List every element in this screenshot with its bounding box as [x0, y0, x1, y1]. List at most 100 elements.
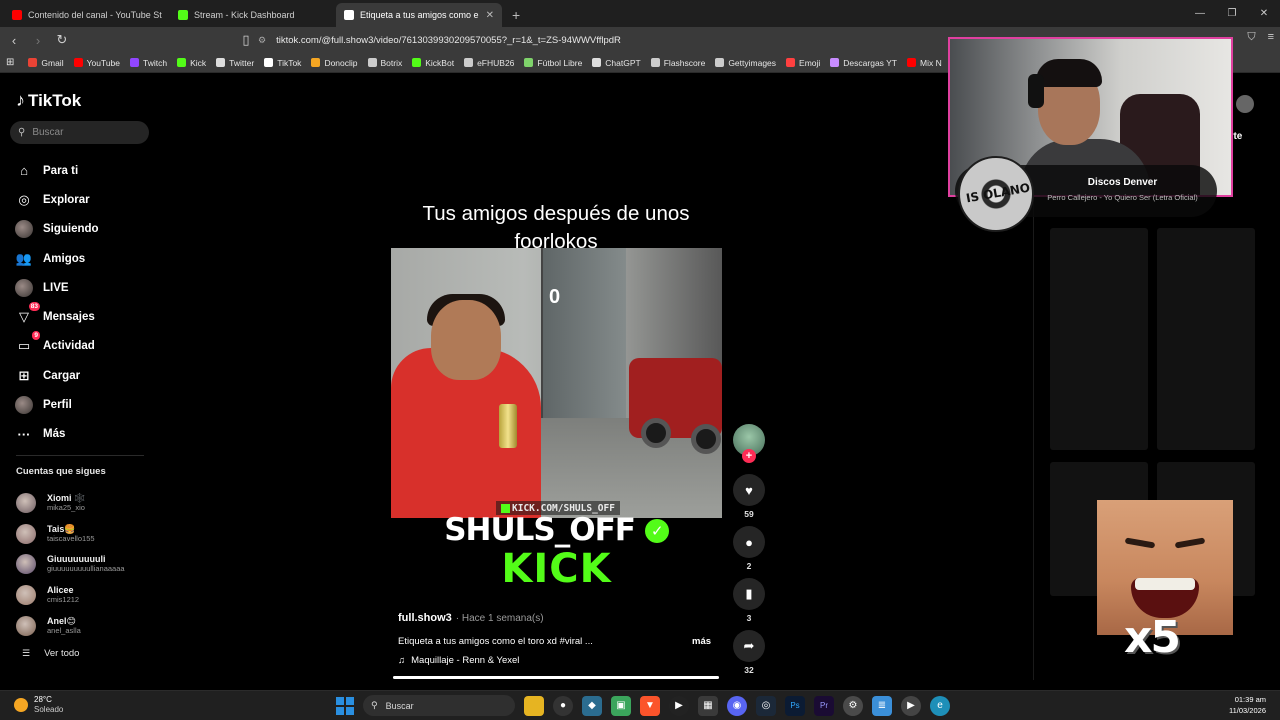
extensions-icon[interactable]: ⛉: [1247, 31, 1255, 44]
forward-button[interactable]: ›: [28, 33, 48, 48]
bookmark-item[interactable]: eFHUB26: [464, 58, 514, 68]
close-tab-icon[interactable]: ✕: [486, 10, 494, 21]
settings-icon[interactable]: ⚙: [843, 695, 863, 716]
taskbar-search[interactable]: ⚲ Buscar: [363, 695, 515, 716]
browser-tab[interactable]: Contenido del canal - YouTube Studio: [4, 3, 170, 27]
premiere-icon[interactable]: Pr: [814, 695, 834, 716]
sidebar-item-label: Más: [43, 428, 66, 441]
browser-tab[interactable]: Stream - Kick Dashboard: [170, 3, 336, 27]
site-info-icon[interactable]: ⚙: [258, 35, 266, 46]
play-icon[interactable]: ▶: [901, 695, 921, 716]
compass-icon: ◎: [18, 191, 30, 207]
following-header: Cuentas que sigues: [16, 466, 106, 477]
bookmark-item[interactable]: Mix N: [907, 58, 942, 68]
browser-tab[interactable]: Etiqueta a tus amigos como e ✕: [336, 3, 502, 27]
bookmark-item[interactable]: Flashscore: [650, 58, 705, 68]
bookmark-item[interactable]: Donoclip: [311, 58, 358, 68]
bookmark-label: Fútbol Libre: [537, 57, 583, 68]
close-window-button[interactable]: ✕: [1248, 0, 1280, 27]
followed-account[interactable]: Alicee cmis1212: [16, 580, 156, 611]
sidebar-item-cargar[interactable]: ⊞ Cargar: [14, 361, 154, 390]
app-icon[interactable]: ▣: [611, 695, 631, 716]
bookmark-item[interactable]: Emoji: [786, 58, 820, 68]
following-avatar-icon: [14, 219, 34, 239]
search-placeholder: Buscar: [32, 127, 64, 138]
back-button[interactable]: ‹: [4, 33, 24, 48]
weather-temp: 28°C: [34, 695, 52, 704]
media-player-icon[interactable]: ▶: [669, 695, 689, 716]
followed-account[interactable]: Giuuuuuuuuli giuuuuuuuuullianaaaaa: [16, 549, 156, 580]
sidebar-item-para-ti[interactable]: ⌂ Para ti: [14, 156, 154, 185]
see-all-link[interactable]: ☰ Ver todo: [22, 648, 79, 659]
bookmark-item[interactable]: Gettyimages: [715, 58, 776, 68]
bookmark-item[interactable]: Twitch: [130, 58, 167, 68]
bookmark-item[interactable]: Botrix: [367, 58, 402, 68]
video-progress-bar[interactable]: [393, 676, 719, 679]
followed-account[interactable]: Anel😊 anel_aslla: [16, 610, 156, 641]
comment-button[interactable]: ●: [733, 526, 765, 558]
obs-icon[interactable]: ●: [553, 695, 573, 716]
apps-grid-icon[interactable]: ⊞: [6, 57, 14, 68]
verified-check-icon: ✓: [644, 519, 669, 543]
maximize-button[interactable]: ❐: [1216, 0, 1248, 27]
author-avatar[interactable]: +: [733, 424, 765, 463]
new-tab-button[interactable]: +: [502, 7, 530, 27]
video-music[interactable]: ♫ Maquillaje - Renn & Yexel: [398, 655, 519, 666]
bookmark-item[interactable]: ChatGPT: [592, 58, 641, 68]
related-video-thumb[interactable]: [1157, 316, 1255, 450]
bookmark-page-icon[interactable]: ▯: [236, 32, 256, 48]
followed-account[interactable]: Tais🍔 taiscavello155: [16, 519, 156, 550]
notepad-icon[interactable]: ≣: [872, 695, 892, 716]
sidebar-item-live[interactable]: LIVE: [14, 273, 154, 302]
photoshop-icon[interactable]: Ps: [785, 695, 805, 716]
sidebar-item-m-s[interactable]: ··· Más: [14, 420, 154, 449]
related-video-thumb[interactable]: [1050, 316, 1148, 450]
video-player[interactable]: 0 KICK.COM/SHULS_OFF: [391, 248, 722, 518]
reload-button[interactable]: ↻: [52, 32, 72, 48]
sidebar-item-label: LIVE: [43, 281, 69, 294]
sidebar-item-amigos[interactable]: 👥 Amigos: [14, 244, 154, 273]
sidebar-item-explorar[interactable]: ◎ Explorar: [14, 185, 154, 214]
taskbar-search-label: Buscar: [385, 700, 414, 711]
bookmark-item[interactable]: Gmail: [28, 58, 64, 68]
bookmark-item[interactable]: TikTok: [264, 58, 301, 68]
followed-account[interactable]: Xiomi 🕸️ mika25_xio: [16, 488, 156, 519]
app-icon[interactable]: ◆: [582, 695, 602, 716]
file-explorer-icon[interactable]: [524, 695, 544, 716]
bookmark-favicon-icon: [130, 58, 139, 67]
follow-plus-icon[interactable]: +: [742, 449, 756, 463]
bookmark-item[interactable]: Descargas YT: [830, 58, 897, 68]
bookmark-item[interactable]: KickBot: [412, 58, 454, 68]
taskbar-clock[interactable]: 01:39 am 11/03/2026: [1229, 694, 1266, 716]
search-input[interactable]: ⚲ Buscar: [10, 121, 149, 144]
save-button[interactable]: ▮: [733, 578, 765, 610]
video-author[interactable]: full.show3 · Hace 1 semana(s): [398, 612, 544, 624]
edge-browser-icon[interactable]: e: [930, 695, 950, 716]
sidebar-item-actividad[interactable]: ▭ 9 Actividad: [14, 331, 154, 361]
tiktok-logo[interactable]: ♪ TikTok: [16, 90, 81, 111]
weather-widget[interactable]: 28°C Soleado: [14, 695, 63, 715]
discord-icon[interactable]: ◉: [727, 695, 747, 716]
steam-icon[interactable]: ◎: [756, 695, 776, 716]
sidebar-item-perfil[interactable]: Perfil: [14, 390, 154, 419]
bookmark-item[interactable]: YouTube: [73, 58, 120, 68]
sidebar-item-mensajes[interactable]: ▽ 83 Mensajes: [14, 302, 154, 331]
bookmark-favicon-icon: [524, 58, 534, 67]
bookmark-item[interactable]: Fútbol Libre: [524, 58, 582, 68]
menu-icon[interactable]: ≡: [1268, 31, 1274, 44]
author-name[interactable]: full.show3: [398, 612, 452, 624]
sidebar-item-siguiendo[interactable]: Siguiendo: [14, 215, 154, 244]
emote-eye: [1124, 537, 1156, 549]
globe-icon[interactable]: [1236, 95, 1254, 113]
more-caption-button[interactable]: más: [692, 636, 711, 647]
windows-start-icon[interactable]: [336, 696, 354, 715]
share-button[interactable]: ➦: [733, 630, 765, 662]
brave-browser-icon[interactable]: ▼: [640, 695, 660, 716]
bookmark-item[interactable]: Kick: [177, 58, 206, 68]
calculator-icon[interactable]: ▦: [698, 695, 718, 716]
like-button[interactable]: ♥: [733, 474, 765, 506]
bookmark-item[interactable]: Twitter: [216, 58, 254, 68]
minimize-button[interactable]: —: [1184, 0, 1216, 27]
address-bar[interactable]: ⚙ tiktok.com/@full.show3/video/761303993…: [258, 31, 948, 49]
video-actions: + ♥ 59 ● 2 ▮ 3 ➦ 32: [733, 424, 765, 682]
